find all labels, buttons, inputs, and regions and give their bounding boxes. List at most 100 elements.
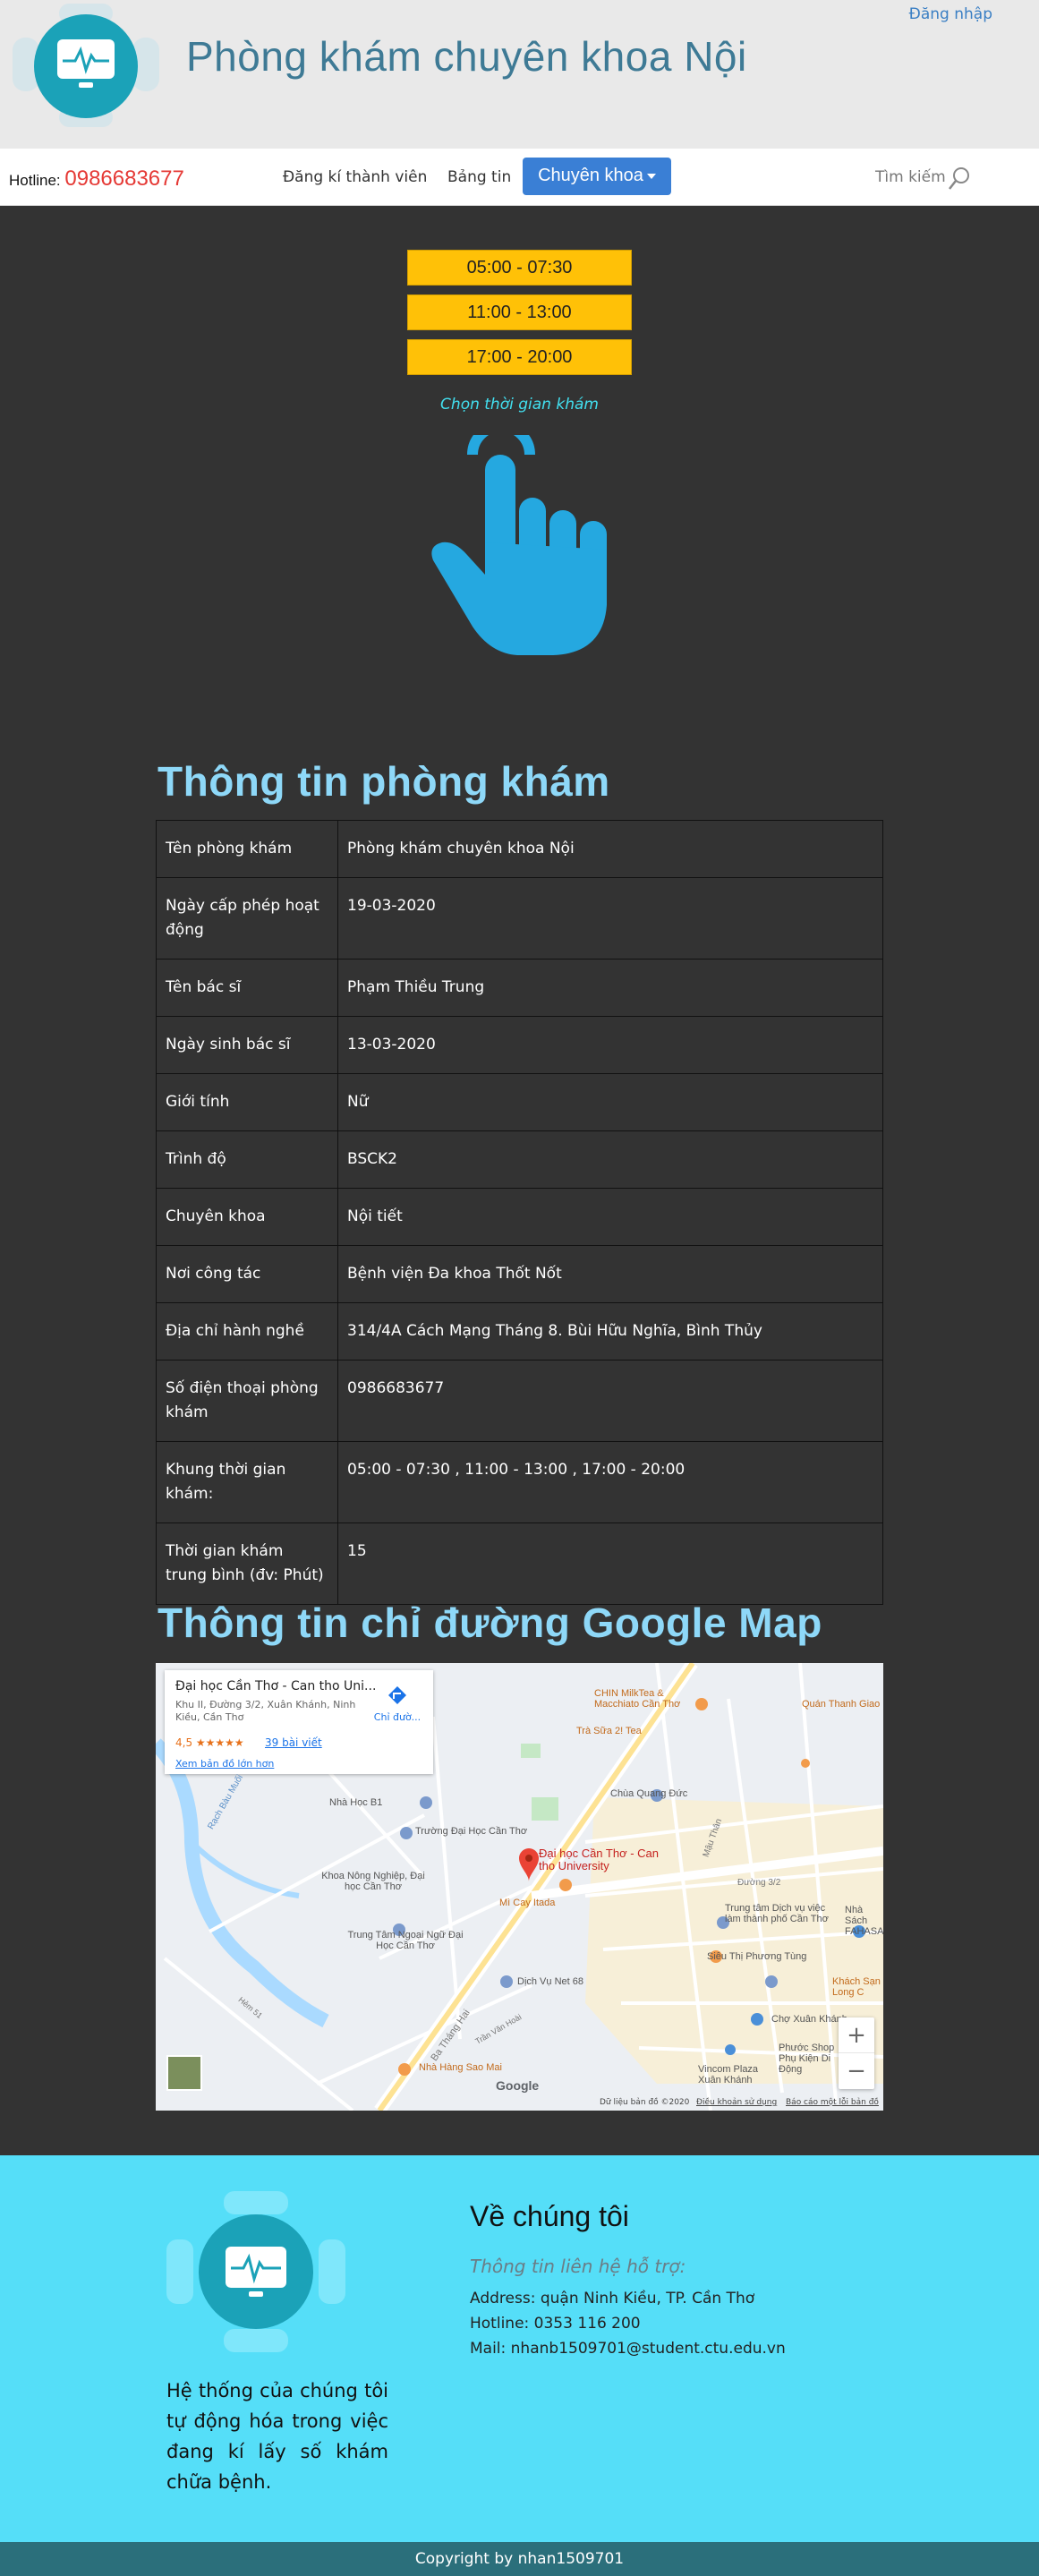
time-slot-button[interactable]: 05:00 - 07:30 (407, 250, 632, 286)
place-card-reviews-link[interactable]: 39 bài viết (265, 1736, 322, 1749)
info-label: Ngày sinh bác sĩ (156, 1016, 338, 1074)
clinic-logo[interactable] (13, 4, 174, 127)
info-value: Phòng khám chuyên khoa Nội (337, 820, 883, 878)
info-value: 05:00 - 07:30 , 11:00 - 13:00 , 17:00 - … (337, 1441, 883, 1523)
about-us-title: Về chúng tôi (470, 2200, 629, 2232)
footer-hotline[interactable]: Hotline: 0353 116 200 (470, 2315, 641, 2333)
time-slot-button[interactable]: 17:00 - 20:00 (407, 339, 632, 375)
search-box[interactable]: Tìm kiếm (875, 165, 974, 192)
zoom-in-button[interactable]: + (839, 2017, 874, 2053)
map-place-label[interactable]: Nhà Hàng Sao Mai (419, 2062, 502, 2073)
choose-time-label: Chọn thời gian khám (440, 396, 599, 414)
map-place-label[interactable]: Dịch Vụ Net 68 (517, 1976, 583, 1987)
clinic-info-table: Tên phòng khám Phòng khám chuyên khoa Nội… (156, 820, 883, 1605)
view-larger-map-link[interactable]: Xem bản đồ lớn hơn (175, 1758, 274, 1770)
map-place-label[interactable]: Khoa Nông Nghiệp, Đại học Cần Thơ (315, 1871, 431, 1892)
info-table-row: Ngày cấp phép hoạt động 19-03-2020 (156, 877, 883, 960)
satellite-toggle-button[interactable] (166, 2055, 202, 2091)
specialty-dropdown-button[interactable]: Chuyên khoa (523, 158, 671, 195)
info-table-row: Ngày sinh bác sĩ 13-03-2020 (156, 1016, 883, 1074)
info-table-row: Tên bác sĩ Phạm Thiều Trung (156, 959, 883, 1017)
google-map-embed[interactable]: Đại học Cần Thơ - Can tho Uni... Khu II,… (156, 1663, 883, 2111)
map-pin-label[interactable]: Đại học Cần Thơ - Can tho University (539, 1847, 673, 1872)
footer-logo-icon (166, 2191, 345, 2352)
directions-icon (388, 1686, 406, 1704)
info-value: BSCK2 (337, 1130, 883, 1189)
search-placeholder[interactable]: Tìm kiếm (875, 168, 946, 186)
map-place-label[interactable]: Siêu Thị Phương Tùng (707, 1951, 806, 1962)
footer-mail[interactable]: Mail: nhanb1509701@student.ctu.edu.vn (470, 2340, 786, 2358)
place-card-rating: 4,5 ★★★★★ (175, 1736, 244, 1749)
info-label: Số điện thoại phòng khám (156, 1360, 338, 1442)
info-value: 0986683677 (337, 1360, 883, 1442)
time-slot-button[interactable]: 11:00 - 13:00 (407, 294, 632, 330)
footer-address: Address: quận Ninh Kiều, TP. Cần Thơ (470, 2290, 755, 2307)
map-report-link[interactable]: Báo cáo một lỗi bản đồ (786, 2098, 879, 2107)
place-card-address: Khu II, Đường 3/2, Xuân Khánh, Ninh Kiều… (175, 1699, 356, 1723)
info-value: 314/4A Cách Mạng Tháng 8. Bùi Hữu Nghĩa,… (337, 1302, 883, 1361)
hotline: Hotline: 0986683677 (9, 166, 184, 192)
login-link[interactable]: Đăng nhập (909, 5, 992, 23)
info-table-row: Thời gian khám trung bình (đv: Phút) 15 (156, 1523, 883, 1605)
map-place-label[interactable]: Vincom Plaza Xuân Khánh (698, 2064, 779, 2086)
map-place-label[interactable]: Trung Tâm Ngoại Ngữ Đại Học Cần Thơ (347, 1930, 464, 1951)
info-table-row: Số điện thoại phòng khám 0986683677 (156, 1360, 883, 1442)
site-title: Phòng khám chuyên khoa Nội (186, 33, 747, 80)
google-logo: Google (496, 2078, 540, 2093)
support-contact-title: Thông tin liên hệ hỗ trợ: (470, 2256, 686, 2277)
info-label: Ngày cấp phép hoạt động (156, 877, 338, 960)
map-terms-link[interactable]: Điều khoản sử dụng (696, 2098, 777, 2107)
caret-down-icon (646, 173, 656, 179)
copyright-bar: Copyright by nhan1509701 (0, 2542, 1039, 2576)
zoom-out-button[interactable]: − (839, 2053, 874, 2089)
hotline-number[interactable]: 0986683677 (64, 166, 183, 191)
info-value: 19-03-2020 (337, 877, 883, 960)
copyright-text: Copyright by nhan1509701 (414, 2550, 625, 2568)
info-label: Địa chỉ hành nghề (156, 1302, 338, 1361)
place-card-title: Đại học Cần Thơ - Can tho Uni... (175, 1679, 377, 1693)
map-place-label[interactable]: Nhà Học B1 (329, 1797, 382, 1808)
map-title: Thông tin chỉ đường Google Map (158, 1599, 822, 1646)
map-data-credit: Dữ liệu bản đồ ©2020 (600, 2098, 690, 2107)
map-place-label[interactable]: Nhà Sách FAHASA (845, 1905, 883, 1937)
info-value: 13-03-2020 (337, 1016, 883, 1074)
info-table-row: Chuyên khoa Nội tiết (156, 1188, 883, 1246)
info-label: Giới tính (156, 1073, 338, 1131)
map-place-label[interactable]: Trung tâm Dịch vụ việc làm thành phố Cần… (725, 1903, 841, 1924)
info-value: Phạm Thiều Trung (337, 959, 883, 1017)
map-place-label[interactable]: Khách Sạn Long C (832, 1976, 883, 1998)
pointing-hand-icon (431, 435, 607, 655)
info-table-row: Nơi công tác Bệnh viện Đa khoa Thốt Nốt (156, 1245, 883, 1303)
info-label: Tên phòng khám (156, 820, 338, 878)
map-place-label[interactable]: Mì Cay Itada (499, 1898, 555, 1908)
info-label: Trình độ (156, 1130, 338, 1189)
map-place-label[interactable]: Chợ Xuân Khánh (771, 2014, 847, 2025)
info-table-row: Trình độ BSCK2 (156, 1130, 883, 1189)
info-label: Khung thời gian khám: (156, 1441, 338, 1523)
info-label: Thời gian khám trung bình (đv: Phút) (156, 1523, 338, 1605)
info-value: Bệnh viện Đa khoa Thốt Nốt (337, 1245, 883, 1303)
map-place-label[interactable]: Chùa Quang Đức (610, 1788, 687, 1799)
info-label: Tên bác sĩ (156, 959, 338, 1017)
main-navbar: Hotline: 0986683677 Đăng kí thành viên B… (0, 149, 1039, 206)
info-label: Chuyên khoa (156, 1188, 338, 1246)
info-value: Nội tiết (337, 1188, 883, 1246)
map-place-label[interactable]: CHIN MilkTea & Macchiato Cần Thơ (594, 1688, 702, 1710)
map-place-label[interactable]: Trường Đại Học Cần Thơ (415, 1826, 527, 1837)
site-footer: Về chúng tôi Thông tin liên hệ hỗ trợ: A… (0, 2155, 1039, 2542)
place-info-card: Đại học Cần Thơ - Can tho Uni... Khu II,… (165, 1670, 433, 1774)
nav-register-member[interactable]: Đăng kí thành viên (283, 168, 427, 186)
map-place-label[interactable]: Phước Shop Phụ Kiện Di Động (779, 2043, 841, 2075)
map-place-label[interactable]: Quán Thanh Giao (802, 1699, 880, 1710)
specialty-dropdown-label: Chuyên khoa (538, 166, 643, 185)
site-header: Phòng khám chuyên khoa Nội Đăng nhập (0, 0, 1039, 149)
search-icon[interactable] (947, 165, 972, 192)
map-place-label[interactable]: Trà Sữa 2! Tea (576, 1726, 642, 1736)
monitor-heartbeat-icon (34, 14, 138, 118)
info-value: Nữ (337, 1073, 883, 1131)
info-table-row: Giới tính Nữ (156, 1073, 883, 1131)
directions-label: Chỉ đườ... (373, 1711, 422, 1723)
nav-news[interactable]: Bảng tin (447, 168, 511, 186)
info-label: Nơi công tác (156, 1245, 338, 1303)
info-value: 15 (337, 1523, 883, 1605)
